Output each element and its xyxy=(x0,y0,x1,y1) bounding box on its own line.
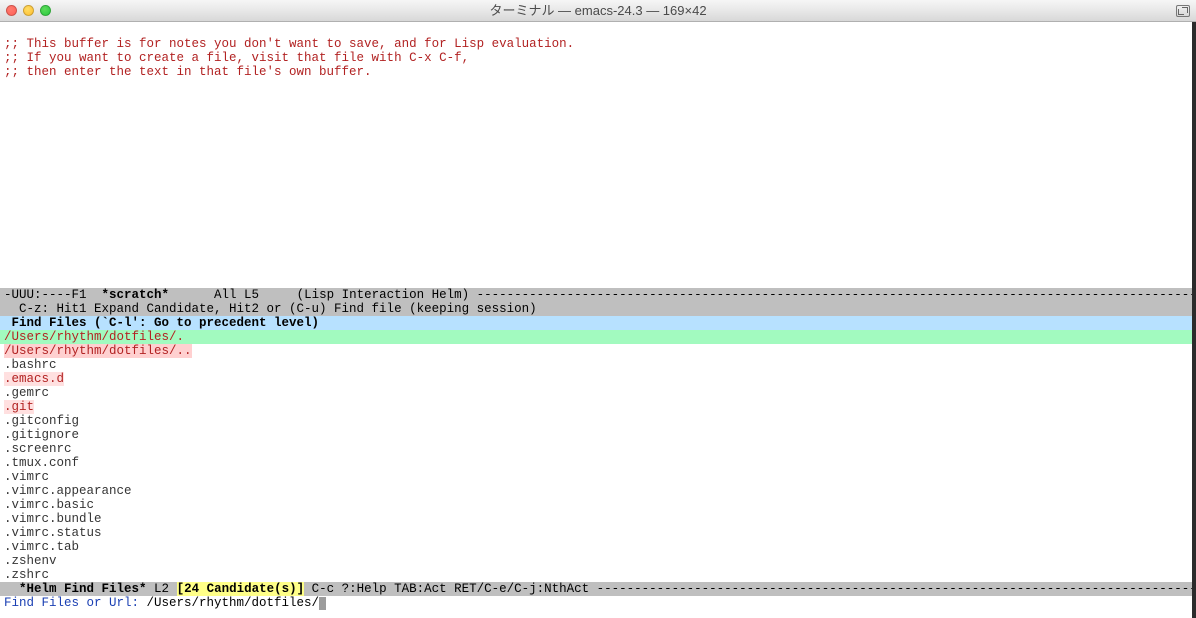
helm-candidate[interactable]: .vimrc.appearance xyxy=(0,484,1196,498)
helm-candidate-list[interactable]: /Users/rhythm/dotfiles/./Users/rhythm/do… xyxy=(0,330,1196,582)
cursor-icon xyxy=(319,597,326,610)
helm-candidate[interactable]: .vimrc.bundle xyxy=(0,512,1196,526)
minibuffer[interactable]: Find Files or Url: /Users/rhythm/dotfile… xyxy=(0,596,1196,610)
helm-candidate[interactable]: .git xyxy=(0,400,1196,414)
helm-candidate[interactable]: .bashrc xyxy=(0,358,1196,372)
helm-candidate[interactable]: /Users/rhythm/dotfiles/. xyxy=(0,330,1196,344)
minibuffer-input[interactable]: /Users/rhythm/dotfiles/ xyxy=(147,596,320,610)
helm-mode-line: *Helm Find Files* L2 [24 Candidate(s)] C… xyxy=(0,582,1196,596)
helm-candidate[interactable]: .zshrc xyxy=(0,568,1196,582)
helm-candidate[interactable]: .vimrc.basic xyxy=(0,498,1196,512)
helm-candidate[interactable]: .gitignore xyxy=(0,428,1196,442)
mode-line-buffer: *scratch* xyxy=(102,288,170,302)
helm-mode-line-buffer: *Helm Find Files* xyxy=(19,582,147,596)
window-title: ターミナル — emacs-24.3 — 169×42 xyxy=(0,4,1196,18)
scratch-line: ;; then enter the text in that file's ow… xyxy=(4,65,372,79)
helm-candidate[interactable]: .gemrc xyxy=(0,386,1196,400)
minibuffer-prompt: Find Files or Url: xyxy=(4,596,147,610)
helm-candidate[interactable]: .gitconfig xyxy=(0,414,1196,428)
close-icon[interactable] xyxy=(6,5,17,16)
scratch-line: ;; This buffer is for notes you don't wa… xyxy=(4,37,574,51)
scrollbar[interactable] xyxy=(1192,22,1196,618)
helm-candidate[interactable]: .vimrc.status xyxy=(0,526,1196,540)
minimize-icon[interactable] xyxy=(23,5,34,16)
helm-persistent-help: C-z: Hit1 Expand Candidate, Hit2 or (C-u… xyxy=(0,302,1196,316)
fullscreen-icon[interactable] xyxy=(1176,5,1190,17)
helm-candidate[interactable]: .zshenv xyxy=(0,554,1196,568)
window-titlebar: ターミナル — emacs-24.3 — 169×42 xyxy=(0,0,1196,22)
helm-candidate-count: [24 Candidate(s)] xyxy=(177,582,305,596)
helm-source-header: Find Files (`C-l': Go to precedent level… xyxy=(0,316,1196,330)
helm-candidate[interactable]: .emacs.d xyxy=(0,372,1196,386)
helm-candidate[interactable]: .vimrc xyxy=(0,470,1196,484)
traffic-lights xyxy=(6,5,51,16)
mode-line: -UUU:----F1 *scratch* All L5 (Lisp Inter… xyxy=(0,288,1196,302)
helm-candidate[interactable]: .tmux.conf xyxy=(0,456,1196,470)
scratch-line: ;; If you want to create a file, visit t… xyxy=(4,51,469,65)
helm-candidate[interactable]: /Users/rhythm/dotfiles/.. xyxy=(0,344,1196,358)
scratch-buffer[interactable]: ;; This buffer is for notes you don't wa… xyxy=(0,22,1196,288)
helm-candidate[interactable]: .screenrc xyxy=(0,442,1196,456)
zoom-icon[interactable] xyxy=(40,5,51,16)
helm-candidate[interactable]: .vimrc.tab xyxy=(0,540,1196,554)
